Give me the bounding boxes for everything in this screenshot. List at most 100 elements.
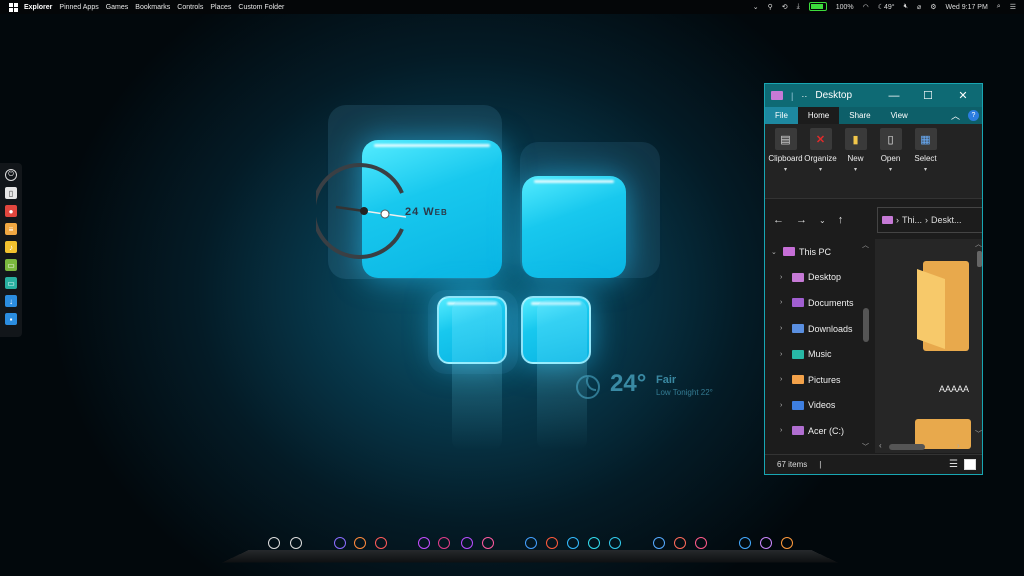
artix-icon[interactable] [546,537,558,549]
paperclip-icon[interactable]: ⚲ [768,3,773,11]
chevron-right-icon[interactable]: › [780,376,790,383]
details-view-icon[interactable]: ☰ [949,459,958,470]
alien-icon[interactable] [290,537,302,549]
nav-downloads[interactable]: › Downloads [765,316,875,342]
mute-icon[interactable]: 🔇︎ [904,3,908,11]
record-icon[interactable]: ● [5,205,17,217]
windows-start-icon[interactable] [9,2,18,12]
breadcrumb-this-pc[interactable]: Thi... [902,215,922,225]
chevron-right-icon[interactable]: › [780,274,790,281]
close-button[interactable]: ✕ [946,84,980,107]
trash-icon[interactable] [375,537,387,549]
music-icon[interactable] [609,537,621,549]
menu-bookmarks[interactable]: Bookmarks [135,4,170,11]
recent-chevron-icon[interactable]: ⌄ [819,216,826,225]
select-button[interactable]: ▦ Select ▾ [909,128,942,198]
chevron-right-icon[interactable]: › [780,299,790,306]
scroll-down-icon[interactable]: ﹀ [975,429,982,439]
settings-icon[interactable]: ⚙ [930,3,936,11]
weather-tray[interactable]: ☾49° [878,3,895,11]
content-hscroll[interactable]: ‹ › [875,441,975,453]
history-icon[interactable]: ⟲ [782,3,788,11]
box-icon[interactable] [588,537,600,549]
chat-icon[interactable]: ▭ [5,259,17,271]
window-icon[interactable]: ▭ [5,277,17,289]
chrome-icon[interactable] [739,537,751,549]
back-arrow-icon[interactable]: ← [773,214,784,226]
trash-icon[interactable]: ▯ [5,187,17,199]
nav-desktop[interactable]: › Desktop [765,265,875,291]
nav-this-pc[interactable]: ⌄ This PC [765,239,875,265]
scroll-down-icon[interactable]: ﹀ [862,442,869,452]
scroll-right-icon[interactable]: › [957,441,960,450]
download-icon[interactable]: ⤓ [797,3,800,11]
minimize-button[interactable]: — [877,84,911,107]
app-icon[interactable] [334,537,346,549]
menu-pinned-apps[interactable]: Pinned Apps [59,4,98,11]
notes-icon[interactable]: ≡ [5,223,17,235]
tab-view[interactable]: View [881,107,918,124]
pen-icon[interactable] [482,537,494,549]
nav-acer-c[interactable]: › Acer (C:) [765,418,875,444]
settings-icon[interactable] [695,537,707,549]
chevron-right-icon[interactable]: › [780,351,790,358]
menu-custom-folder[interactable]: Custom Folder [238,4,284,11]
file-explorer-window[interactable]: | ·· Desktop — ☐ ✕ File Home Share View … [764,83,983,475]
new-button[interactable]: ▮ New ▾ [839,128,872,198]
tab-home[interactable]: Home [797,107,840,124]
battery-icon[interactable] [808,1,827,13]
breadcrumb[interactable]: › Thi... › Deskt... [877,207,982,233]
scroll-up-icon[interactable]: ︿ [862,240,869,250]
breadcrumb-desktop[interactable]: Deskt... [931,215,962,225]
wifi-icon[interactable]: ◠ [863,3,869,11]
finder-icon[interactable] [268,537,280,549]
chevron-right-icon[interactable]: › [780,325,790,332]
folder-item[interactable] [915,259,971,359]
scroll-thumb[interactable] [863,308,869,342]
tray-clock[interactable]: Wed 9:17 PM [946,4,988,11]
chevron-down-icon[interactable]: ⌄ [771,248,781,256]
store-icon[interactable]: ▪ [5,313,17,325]
download-icon[interactable]: ↓ [5,295,17,307]
nav-scrollbar[interactable]: ︿ ﹀ [861,239,873,453]
scroll-left-icon[interactable]: ‹ [879,441,882,450]
unity-icon[interactable] [567,537,579,549]
tab-share[interactable]: Share [839,107,880,124]
clipboard-button[interactable]: ▤ Clipboard ▾ [768,128,803,198]
collapse-ribbon-icon[interactable]: ︿ [951,109,960,122]
organize-button[interactable]: ✕ Organize ▾ [804,128,837,198]
notification-off-icon[interactable]: ⌀ [917,3,921,11]
menu-games[interactable]: Games [106,4,129,11]
folder-item-label[interactable]: AAAAA [939,384,969,394]
vlc-icon[interactable] [674,537,686,549]
help-icon[interactable]: ? [968,110,979,121]
search-icon[interactable]: ⌕ [997,3,1001,11]
media-icon[interactable] [781,537,793,549]
nav-videos[interactable]: › Videos [765,393,875,419]
scroll-thumb[interactable] [889,444,925,450]
vs-icon[interactable] [525,537,537,549]
menu-places[interactable]: Places [210,4,231,11]
window-title-bar[interactable]: | ·· Desktop — ☐ ✕ [765,84,982,107]
maximize-button[interactable]: ☐ [911,84,945,107]
power-icon[interactable]: ⏻ [5,169,17,181]
at-icon[interactable] [653,537,665,549]
chevron-right-icon[interactable]: › [780,402,790,409]
quick-access-icon[interactable]: ·· [801,91,807,101]
scroll-thumb[interactable] [977,251,982,267]
menu-icon[interactable]: ☰ [1010,3,1016,11]
brush-icon[interactable] [461,537,473,549]
firefox-icon[interactable] [418,537,430,549]
tab-file[interactable]: File [765,107,798,124]
debian-icon[interactable] [438,537,450,549]
up-arrow-icon[interactable]: ↑ [838,214,844,226]
chevron-right-icon[interactable]: › [780,427,790,434]
chrome-like-icon[interactable] [354,537,366,549]
chevron-down-icon[interactable]: ⌄ [753,3,759,11]
music-icon[interactable]: ♪ [5,241,17,253]
large-icons-view-icon[interactable] [964,459,976,470]
open-button[interactable]: ▯ Open ▾ [874,128,907,198]
forward-arrow-icon[interactable]: → [796,214,807,226]
compass-icon[interactable] [760,537,772,549]
scroll-up-icon[interactable]: ︿ [975,239,982,249]
